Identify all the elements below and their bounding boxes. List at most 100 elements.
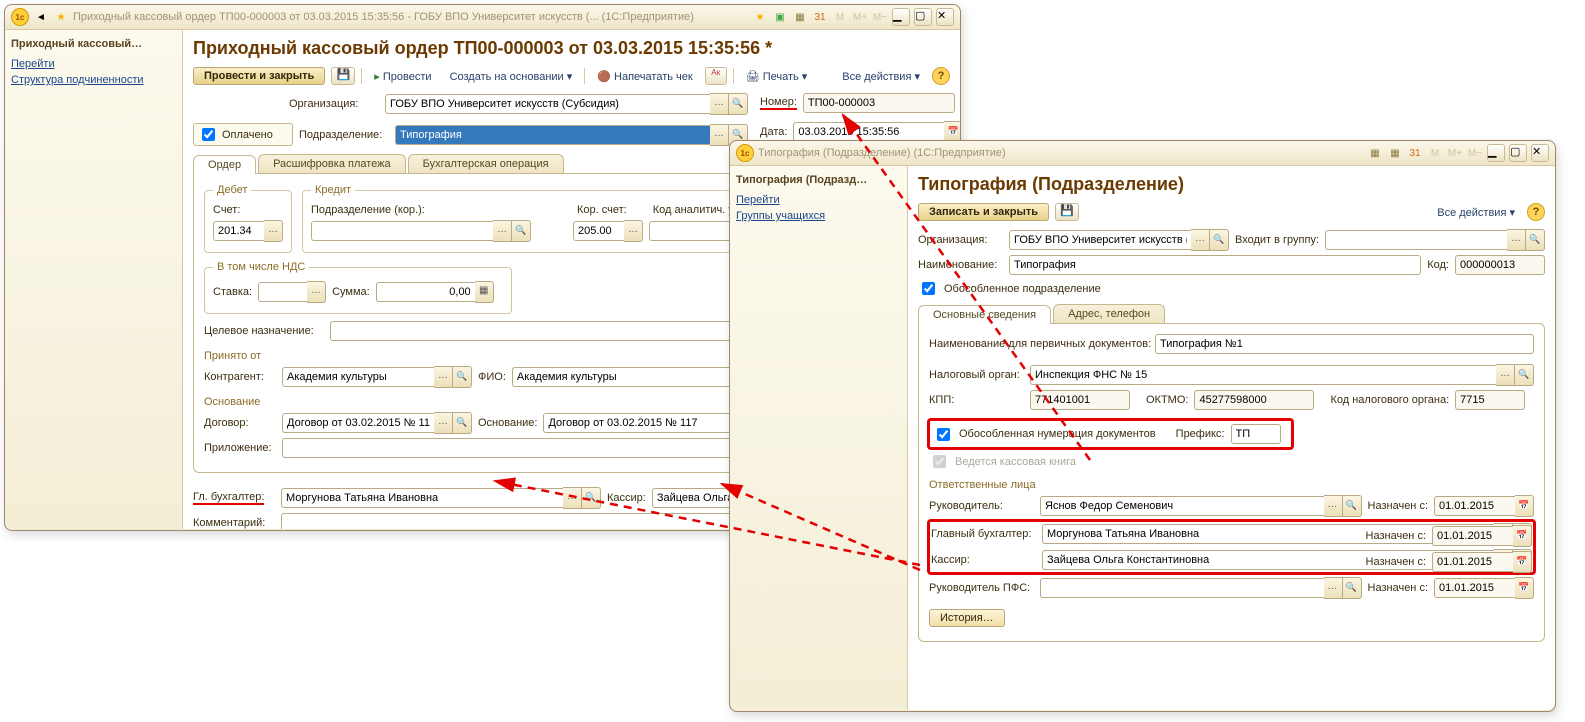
pfs-search[interactable]: [1343, 577, 1362, 599]
tab-order[interactable]: Ордер: [193, 155, 256, 174]
sum-input[interactable]: [376, 282, 475, 302]
chief-date-cal[interactable]: [1513, 525, 1532, 547]
minimize-button[interactable]: ▁: [1487, 144, 1505, 162]
nav-link-goto[interactable]: Перейти: [11, 58, 176, 70]
nav-link-goto[interactable]: Перейти: [736, 194, 901, 206]
back-icon[interactable]: ◄: [33, 9, 49, 25]
all-actions[interactable]: Все действия ▾: [836, 68, 926, 85]
rate-pick[interactable]: [307, 281, 326, 303]
calendar-icon[interactable]: 31: [1407, 145, 1423, 161]
calc-icon[interactable]: ▦: [792, 9, 808, 25]
kor-subdiv-pick[interactable]: [493, 220, 512, 242]
agr-input[interactable]: [282, 413, 434, 433]
m-plus-icon[interactable]: M+: [852, 9, 868, 25]
post-button[interactable]: ▸ Провести: [368, 68, 437, 85]
cash-date[interactable]: [1432, 552, 1513, 572]
acct-pick-button[interactable]: [264, 220, 283, 242]
kor-subdiv-search[interactable]: [512, 220, 531, 242]
rate-input[interactable]: [258, 282, 307, 302]
tab-acc[interactable]: Бухгалтерская операция: [408, 154, 564, 173]
grid-icon[interactable]: ▦: [1367, 145, 1383, 161]
org-pick[interactable]: [1191, 229, 1210, 251]
chief-acct-search[interactable]: [582, 487, 601, 509]
cash-date-cal[interactable]: [1513, 551, 1532, 573]
pfs-date-cal[interactable]: [1515, 577, 1534, 599]
calendar-icon[interactable]: 31: [812, 9, 828, 25]
subdiv-pick-button[interactable]: [710, 124, 729, 146]
sep-numbering-checkbox[interactable]: [937, 428, 950, 441]
code-input[interactable]: [1455, 255, 1545, 275]
save-button[interactable]: 💾: [1055, 203, 1079, 221]
group-pick[interactable]: [1507, 229, 1526, 251]
help-button[interactable]: ?: [1527, 203, 1545, 221]
all-actions[interactable]: Все действия ▾: [1431, 204, 1521, 221]
kor-acct-pick[interactable]: [624, 220, 643, 242]
head-date[interactable]: [1434, 496, 1515, 516]
create-on-basis[interactable]: Создать на основании ▾: [444, 68, 579, 85]
help-button[interactable]: ?: [932, 67, 950, 85]
maximize-button[interactable]: ▢: [914, 8, 932, 26]
m-icon[interactable]: M: [832, 9, 848, 25]
oktmo-input[interactable]: [1194, 390, 1314, 410]
head-date-cal[interactable]: [1515, 495, 1534, 517]
kpp-input[interactable]: [1030, 390, 1130, 410]
m-icon[interactable]: M: [1427, 145, 1443, 161]
chief-acct-input[interactable]: [281, 488, 563, 508]
tab-detail[interactable]: Расшифровка платежа: [258, 154, 406, 173]
minimize-button[interactable]: ▁: [892, 8, 910, 26]
subdiv-input[interactable]: [395, 125, 710, 145]
bookmark-icon[interactable]: ▣: [772, 9, 788, 25]
dtkt-button[interactable]: Aк: [705, 67, 727, 85]
taxauth-input[interactable]: [1030, 365, 1496, 385]
contr-search[interactable]: [453, 366, 472, 388]
maximize-button[interactable]: ▢: [1509, 144, 1527, 162]
contr-pick[interactable]: [434, 366, 453, 388]
prefix-input[interactable]: [1231, 424, 1281, 444]
primname-input[interactable]: [1155, 334, 1534, 354]
kor-acct-input[interactable]: [573, 221, 624, 241]
head-input[interactable]: [1040, 496, 1324, 516]
taxcode-input[interactable]: [1455, 390, 1525, 410]
head-pick[interactable]: [1324, 495, 1343, 517]
agr-pick[interactable]: [434, 412, 453, 434]
org-input[interactable]: [385, 94, 710, 114]
paid-checkbox[interactable]: [202, 128, 215, 141]
m-plus-icon[interactable]: M+: [1447, 145, 1463, 161]
kor-subdiv-input[interactable]: [311, 221, 493, 241]
star-icon[interactable]: ★: [752, 9, 768, 25]
chief-date[interactable]: [1432, 526, 1513, 546]
tab-addr[interactable]: Адрес, телефон: [1053, 304, 1165, 323]
m-minus-icon[interactable]: M−: [872, 9, 888, 25]
print-button[interactable]: 🖨 Печать ▾: [740, 68, 814, 85]
history-button[interactable]: История…: [929, 609, 1005, 627]
fav-icon[interactable]: ★: [53, 9, 69, 25]
taxauth-search[interactable]: [1515, 364, 1534, 386]
post-close-button[interactable]: Провести и закрыть: [193, 67, 325, 85]
name-input[interactable]: [1009, 255, 1421, 275]
m-minus-icon[interactable]: M−: [1467, 145, 1483, 161]
org-search[interactable]: [1210, 229, 1229, 251]
pfs-date[interactable]: [1434, 578, 1515, 598]
sum-calc-button[interactable]: ▦: [475, 281, 494, 303]
agr-search[interactable]: [453, 412, 472, 434]
save-button[interactable]: 💾: [331, 67, 355, 85]
taxauth-pick[interactable]: [1496, 364, 1515, 386]
pfs-pick[interactable]: [1324, 577, 1343, 599]
org-pick-button[interactable]: [710, 93, 729, 115]
contr-input[interactable]: [282, 367, 434, 387]
calc-icon[interactable]: ▦: [1387, 145, 1403, 161]
nav-link-groups[interactable]: Группы учащихся: [736, 210, 901, 222]
save-close-button[interactable]: Записать и закрыть: [918, 203, 1049, 221]
close-button[interactable]: ✕: [936, 8, 954, 26]
tab-main[interactable]: Основные сведения: [918, 305, 1051, 324]
sep-unit-checkbox[interactable]: [922, 282, 935, 295]
group-search[interactable]: [1526, 229, 1545, 251]
acct-input[interactable]: [213, 221, 264, 241]
num-input[interactable]: [803, 93, 955, 113]
pfs-input[interactable]: [1040, 578, 1324, 598]
group-input[interactable]: [1325, 230, 1507, 250]
nav-link-hierarchy[interactable]: Структура подчиненности: [11, 74, 176, 86]
print-check-button[interactable]: 🟤 Напечатать чек: [591, 68, 698, 85]
org-search-button[interactable]: [729, 93, 748, 115]
date-input[interactable]: [793, 122, 944, 142]
